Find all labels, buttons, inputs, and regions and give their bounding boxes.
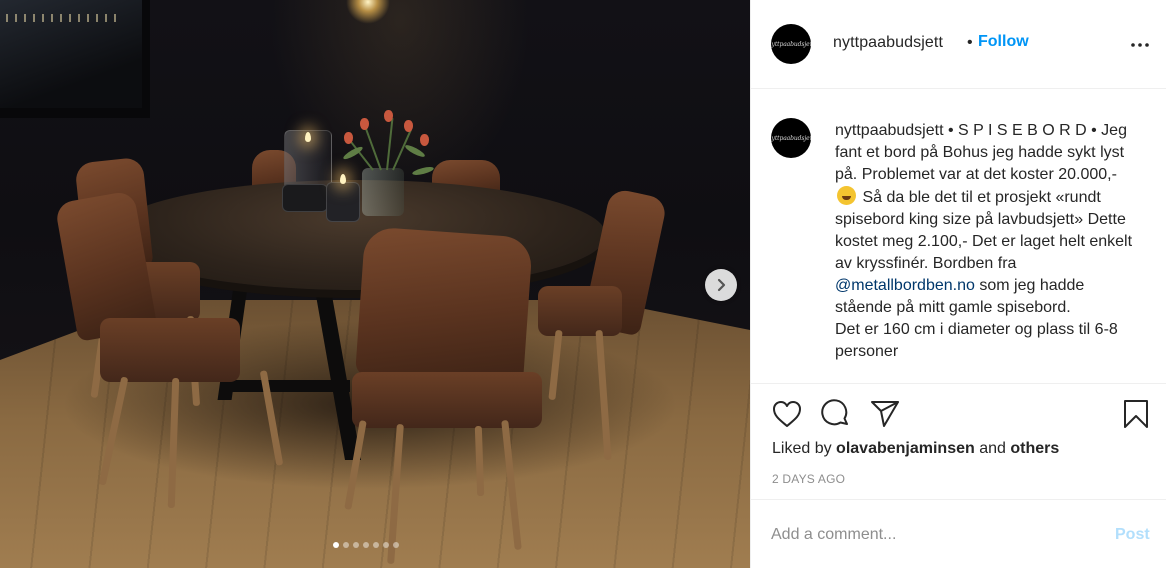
photo-chair-seat	[352, 372, 542, 428]
likes-conjunction: and	[979, 440, 1006, 457]
carousel-dot	[363, 542, 369, 548]
save-button[interactable]	[1120, 398, 1152, 430]
photo-tulip	[384, 110, 393, 122]
photo-candle-flame	[305, 132, 311, 142]
photo-chair-seat	[538, 286, 622, 336]
avatar-logo-text: nyttpaabudsjett	[771, 40, 811, 48]
carousel-dot	[333, 542, 339, 548]
heart-icon	[772, 400, 802, 428]
avatar-logo-text: nyttpaabudsjett	[771, 134, 811, 142]
more-options-button[interactable]	[1129, 34, 1151, 56]
comment-button[interactable]	[820, 398, 852, 430]
likes-others-link[interactable]: others	[1010, 440, 1059, 457]
header-username-link[interactable]: nyttpaabudsjett	[833, 34, 943, 52]
post-caption: nyttpaabudsjett • S P I S E B O R D • Je…	[835, 120, 1135, 363]
caption-area: nyttpaabudsjett nyttpaabudsjett • S P I …	[751, 90, 1166, 382]
liked-by-user-link[interactable]: olavabenjaminsen	[836, 440, 975, 457]
follow-button[interactable]: Follow	[978, 33, 1029, 51]
caption-title: • S P I S E B O R D •	[947, 122, 1097, 139]
photo-window-lights	[6, 14, 116, 22]
carousel-dot	[353, 542, 359, 548]
carousel-dot	[373, 542, 379, 548]
grinning-sweat-emoji-icon	[837, 186, 856, 205]
photo-vase	[362, 168, 404, 216]
photo-tulip	[360, 118, 369, 130]
photo-candle	[282, 184, 328, 212]
photo-candle	[326, 182, 360, 222]
post-header: nyttpaabudsjett nyttpaabudsjett • Follow	[751, 0, 1166, 89]
next-photo-button[interactable]	[705, 269, 737, 301]
post-timestamp[interactable]: 2 DAYS AGO	[772, 472, 845, 486]
likes-summary: Liked by olavabenjaminsen and others	[772, 440, 1059, 458]
avatar[interactable]: nyttpaabudsjett	[771, 24, 811, 64]
caption-text: Så da ble det til et prosjekt «rundt spi…	[835, 189, 1133, 272]
photo-chair	[354, 226, 534, 388]
photo-tulip	[420, 134, 429, 146]
photo-chair-seat	[100, 318, 240, 382]
more-icon	[1131, 43, 1149, 47]
carousel-dot	[343, 542, 349, 548]
comment-icon	[821, 399, 851, 429]
post-comment-button[interactable]: Post	[1115, 526, 1150, 544]
caption-mention-link[interactable]: @metallbordben.no	[835, 277, 975, 294]
bookmark-icon	[1123, 399, 1149, 429]
post-panel: nyttpaabudsjett nyttpaabudsjett • Follow…	[750, 0, 1166, 568]
photo-table-leg	[230, 380, 350, 392]
photo-tulip	[344, 132, 353, 144]
carousel-dots	[333, 542, 399, 550]
header-separator: •	[967, 34, 973, 51]
post-photo[interactable]	[0, 0, 750, 568]
comment-box: Post	[751, 501, 1166, 568]
caption-username-link[interactable]: nyttpaabudsjett	[835, 122, 944, 139]
caption-text: Det er 160 cm i diameter og plass til 6-…	[835, 321, 1118, 360]
photo-candle-flame	[340, 174, 346, 184]
share-button[interactable]	[869, 398, 901, 430]
carousel-dot	[393, 542, 399, 548]
photo-tulip	[404, 120, 413, 132]
comment-input[interactable]	[771, 523, 1091, 547]
chevron-right-icon	[714, 278, 728, 292]
carousel-dot	[383, 542, 389, 548]
post-actions: Liked by olavabenjaminsen and others 2 D…	[751, 383, 1166, 500]
share-icon	[870, 400, 900, 428]
photo-window	[0, 0, 150, 118]
likes-prefix: Liked by	[772, 440, 832, 457]
like-button[interactable]	[771, 398, 803, 430]
avatar[interactable]: nyttpaabudsjett	[771, 118, 811, 158]
